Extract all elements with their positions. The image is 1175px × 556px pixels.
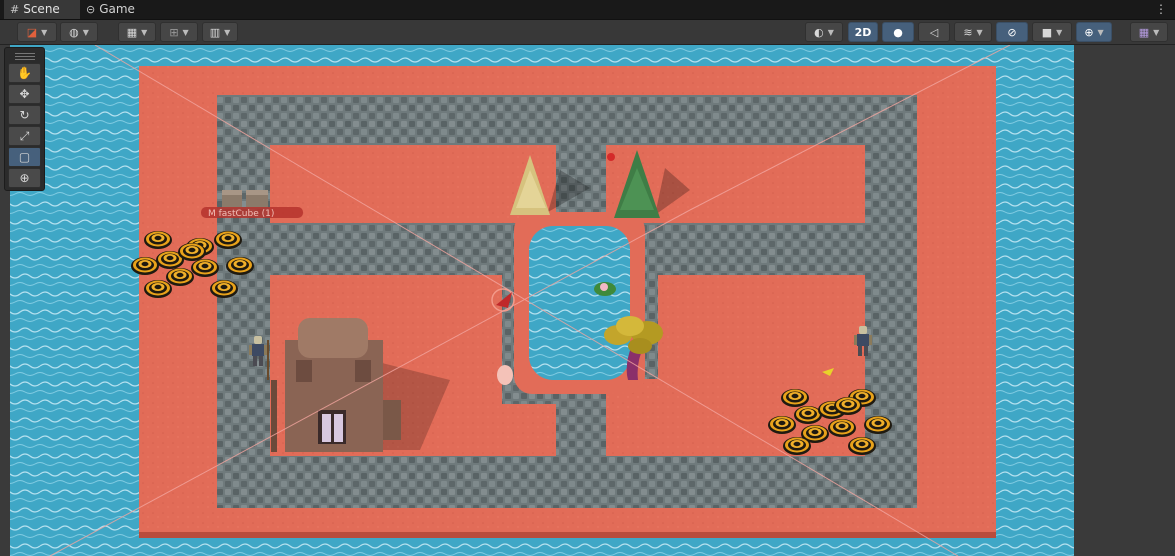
lightbulb-icon: ● bbox=[893, 25, 903, 39]
floor-block bbox=[502, 404, 556, 456]
pond-water bbox=[529, 226, 630, 380]
scene-canvas[interactable]: M fastCube (1) bbox=[0, 45, 1175, 556]
layers-grid-icon: ▦ bbox=[1138, 25, 1150, 39]
ruler-dropdown[interactable]: ▥ ▼ bbox=[202, 22, 238, 42]
rect-icon: ▢ bbox=[18, 150, 31, 164]
chevron-down-icon: ▼ bbox=[41, 27, 48, 37]
render-sphere-icon: ◐ bbox=[814, 25, 824, 39]
render-mode-dropdown[interactable]: ◐ ▼ bbox=[805, 22, 843, 42]
move-icon: ✥ bbox=[19, 87, 30, 101]
scale-icon: ⤢ bbox=[19, 128, 30, 143]
gizmos-icon: ⊕ bbox=[1084, 25, 1094, 39]
rect-tool-button[interactable]: ▢ bbox=[8, 147, 41, 167]
gamepad-icon: ⊝ bbox=[86, 3, 96, 16]
globe-icon: ◍ bbox=[69, 25, 79, 39]
tab-game-label: Game bbox=[99, 2, 135, 16]
ruler-icon: ▥ bbox=[209, 25, 221, 39]
transform-tool-button[interactable]: ⊕ bbox=[8, 168, 41, 188]
tab-game[interactable]: ⊝ Game bbox=[80, 0, 152, 19]
camera-icon: ■ bbox=[1041, 25, 1053, 39]
gizmos-dropdown[interactable]: ⊕ ▼ bbox=[1076, 22, 1112, 42]
grid-snap-icon: ▦ bbox=[126, 25, 138, 39]
chevron-down-icon: ▼ bbox=[1097, 27, 1104, 37]
selected-object-label[interactable]: M fastCube (1) bbox=[201, 207, 303, 219]
tab-scene[interactable]: # Scene bbox=[4, 0, 80, 19]
audio-muted-icon: ◁ bbox=[929, 25, 939, 39]
draw-mode-dropdown[interactable]: ◪ ▼ bbox=[17, 22, 57, 42]
rotate-icon: ↻ bbox=[19, 108, 30, 122]
chevron-down-icon: ▼ bbox=[976, 27, 983, 37]
camera-dropdown[interactable]: ■ ▼ bbox=[1032, 22, 1072, 42]
tab-bar: # Scene ⊝ Game ⋮ bbox=[0, 0, 1175, 20]
hand-tool-button[interactable]: ✋ bbox=[8, 63, 41, 83]
hand-icon: ✋ bbox=[17, 66, 32, 80]
chevron-down-icon: ▼ bbox=[182, 27, 189, 37]
scene-view[interactable]: M fastCube (1) bbox=[0, 45, 1175, 556]
shading-mode-icon: ◪ bbox=[26, 25, 38, 39]
chevron-down-icon: ▼ bbox=[827, 27, 834, 37]
hidden-eye-icon: ⊘ bbox=[1007, 25, 1017, 39]
chevron-down-icon: ▼ bbox=[141, 27, 148, 37]
chevron-down-icon: ▼ bbox=[82, 27, 89, 37]
pink-egg bbox=[497, 365, 513, 385]
visibility-toggle[interactable]: ⊘ bbox=[996, 22, 1028, 42]
layers-dropdown[interactable]: ▦ ▼ bbox=[1130, 22, 1168, 42]
chevron-down-icon: ▼ bbox=[1153, 27, 1160, 37]
effects-layers-icon: ≋ bbox=[963, 25, 973, 39]
grid-snap-dropdown[interactable]: ▦ ▼ bbox=[118, 22, 156, 42]
floor-block bbox=[658, 327, 865, 379]
grid-icon: # bbox=[10, 3, 20, 16]
audio-toggle[interactable]: ◁ bbox=[918, 22, 950, 42]
chevron-down-icon: ▼ bbox=[1056, 27, 1063, 37]
floor-block bbox=[658, 275, 865, 327]
scene-tools-overlay: ✋ ✥ ↻ ⤢ ▢ ⊕ bbox=[4, 47, 45, 191]
rotate-tool-button[interactable]: ↻ bbox=[8, 105, 41, 125]
scene-toolbar: ◪ ▼ ◍ ▼ ▦ ▼ ⊞ ▼ ▥ ▼ ◐ ▼ 2D ● ◁ ≋ ▼ ⊘ ■ ▼ ⊕ ▼ ▦ ▼ bbox=[0, 20, 1175, 45]
lotus-flower bbox=[600, 283, 608, 291]
transform-icon: ⊕ bbox=[19, 171, 30, 185]
kebab-menu-icon[interactable]: ⋮ bbox=[1155, 0, 1167, 19]
chevron-down-icon: ▼ bbox=[224, 27, 231, 37]
toggle-2d-button[interactable]: 2D bbox=[848, 22, 878, 42]
floor-edge bbox=[139, 532, 996, 538]
overlay-drag-handle[interactable] bbox=[8, 50, 41, 62]
selected-object-text: M fastCube (1) bbox=[208, 209, 274, 219]
move-tool-button[interactable]: ✥ bbox=[8, 84, 41, 104]
effects-dropdown[interactable]: ≋ ▼ bbox=[954, 22, 992, 42]
scale-tool-button[interactable]: ⤢ bbox=[8, 126, 41, 146]
increment-snap-dropdown[interactable]: ⊞ ▼ bbox=[160, 22, 198, 42]
increment-snap-icon: ⊞ bbox=[169, 25, 179, 39]
red-gem bbox=[607, 153, 615, 161]
lighting-toggle[interactable]: ● bbox=[882, 22, 914, 42]
global-local-dropdown[interactable]: ◍ ▼ bbox=[60, 22, 98, 42]
tab-scene-label: Scene bbox=[23, 2, 60, 16]
